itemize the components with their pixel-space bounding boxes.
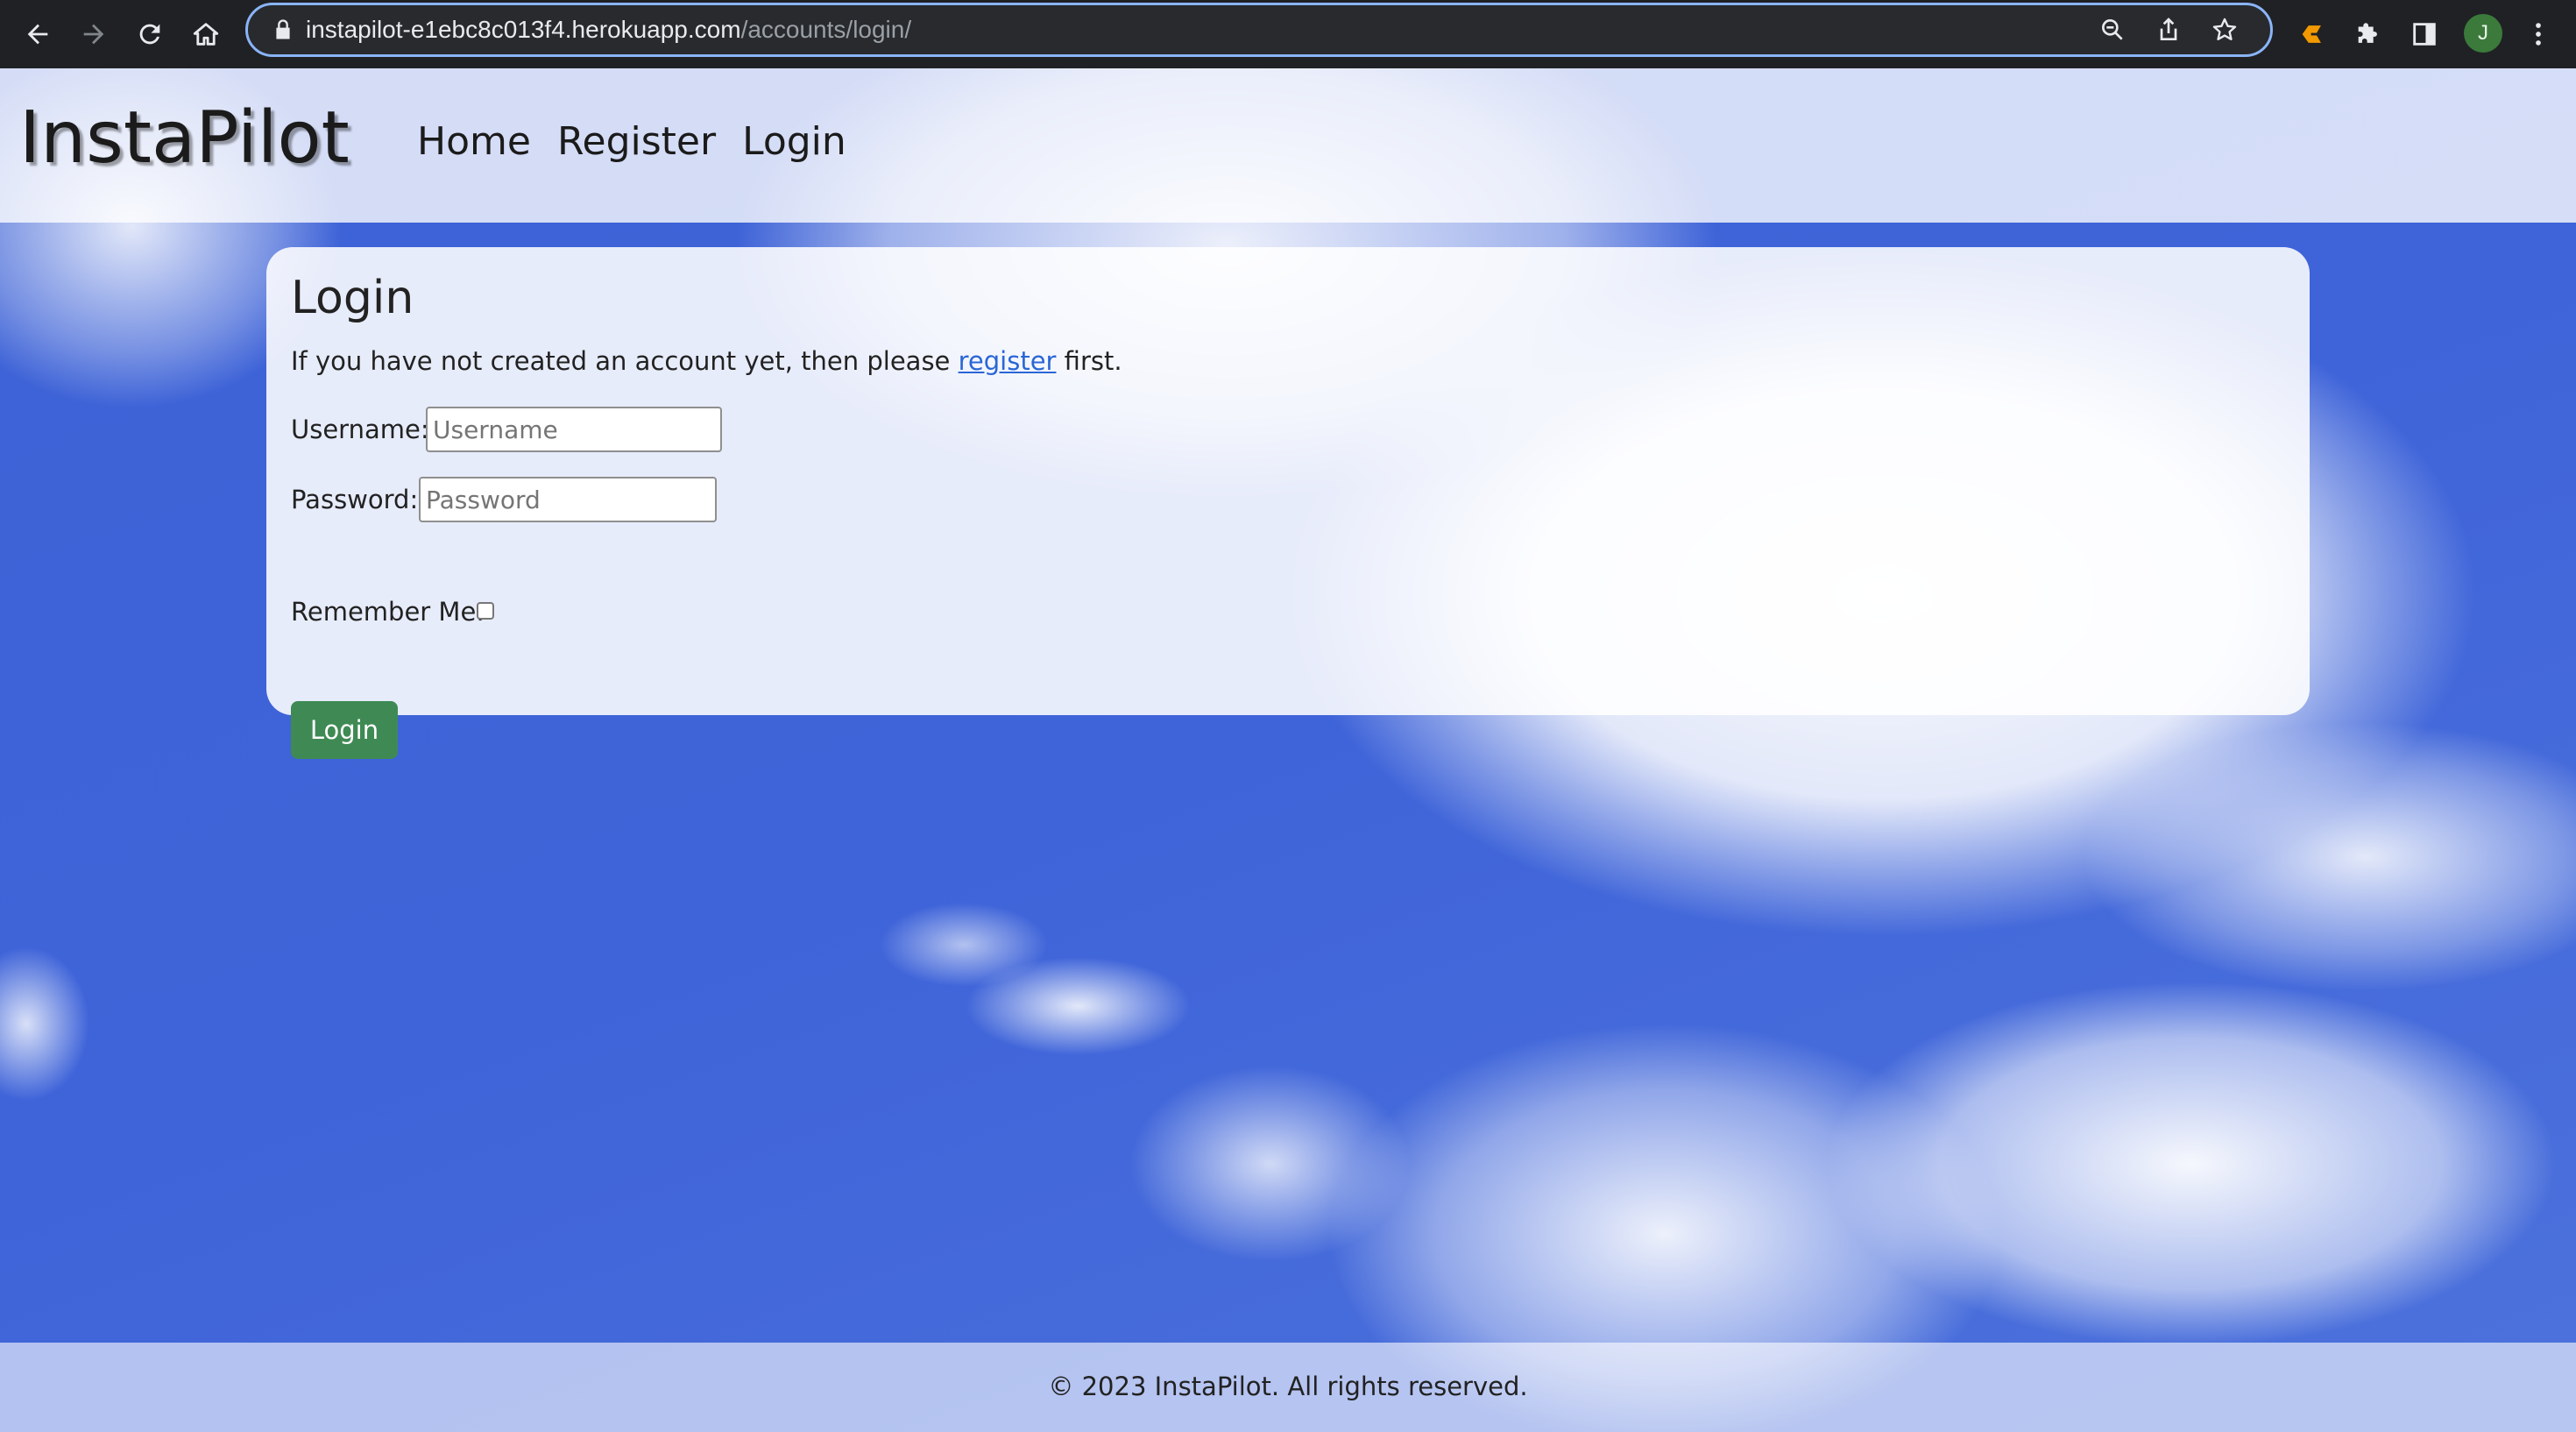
password-input[interactable] <box>419 477 717 522</box>
register-prompt-text: If you have not created an account yet, … <box>291 346 959 376</box>
more-button[interactable] <box>2516 12 2560 56</box>
forward-button[interactable] <box>72 12 116 56</box>
extension-g-icon <box>2302 25 2321 43</box>
zoom-icon <box>2102 19 2123 40</box>
star-icon <box>2212 18 2237 40</box>
register-link[interactable]: register <box>959 346 1057 376</box>
remember-me-label: Remember Me: <box>291 597 485 627</box>
password-label: Password: <box>291 485 419 514</box>
address-bar[interactable]: instapilot-e1ebc8c013f4.herokuapp.com/ac… <box>245 3 2273 57</box>
browser-toolbar: instapilot-e1ebc8c013f4.herokuapp.com/ac… <box>0 0 2576 68</box>
lock-icon <box>276 19 290 39</box>
back-button[interactable] <box>16 12 60 56</box>
more-icon <box>2536 23 2541 46</box>
username-input[interactable] <box>426 407 722 452</box>
home-button[interactable] <box>184 12 228 56</box>
username-label: Username: <box>291 415 429 444</box>
url-text: instapilot-e1ebc8c013f4.herokuapp.com/ac… <box>306 5 911 54</box>
main-nav: Home Register Login <box>417 117 846 167</box>
copyright-text: © 2023 InstaPilot. All rights reserved. <box>1048 1372 1528 1401</box>
share-button[interactable] <box>2153 14 2184 46</box>
sidepanel-icon <box>2413 23 2436 46</box>
register-prompt: If you have not created an account yet, … <box>291 344 1122 379</box>
url-host: instapilot-e1ebc8c013f4.herokuapp.com <box>306 16 741 43</box>
site-header: InstaPilot Home Register Login <box>0 68 2576 223</box>
home-icon <box>193 23 219 46</box>
brand-logo[interactable]: InstaPilot <box>19 95 350 182</box>
extension-button[interactable] <box>2290 12 2334 56</box>
extensions-menu-button[interactable] <box>2346 12 2390 56</box>
page-background: InstaPilot Home Register Login Login If … <box>0 68 2576 1432</box>
zoom-button[interactable] <box>2097 14 2128 46</box>
share-icon <box>2160 18 2177 40</box>
nav-login[interactable]: Login <box>742 117 846 167</box>
login-card: Login If you have not created an account… <box>266 247 2310 759</box>
register-prompt-suffix: first. <box>1056 346 1122 376</box>
avatar[interactable]: J <box>2464 14 2502 53</box>
side-panel-button[interactable] <box>2403 12 2446 56</box>
url-path: /accounts/login/ <box>740 16 912 43</box>
puzzle-icon <box>2358 23 2377 43</box>
reload-button[interactable] <box>128 12 172 56</box>
page-title: Login <box>291 272 414 324</box>
forward-icon <box>83 24 104 45</box>
bookmark-button[interactable] <box>2209 14 2240 46</box>
site-footer: © 2023 InstaPilot. All rights reserved. <box>0 1343 2576 1432</box>
reload-icon <box>139 24 160 45</box>
login-button[interactable]: Login <box>291 701 398 759</box>
remember-me-checkbox[interactable] <box>477 602 494 620</box>
nav-home[interactable]: Home <box>417 117 531 167</box>
back-icon <box>27 24 48 45</box>
nav-register[interactable]: Register <box>557 117 716 167</box>
